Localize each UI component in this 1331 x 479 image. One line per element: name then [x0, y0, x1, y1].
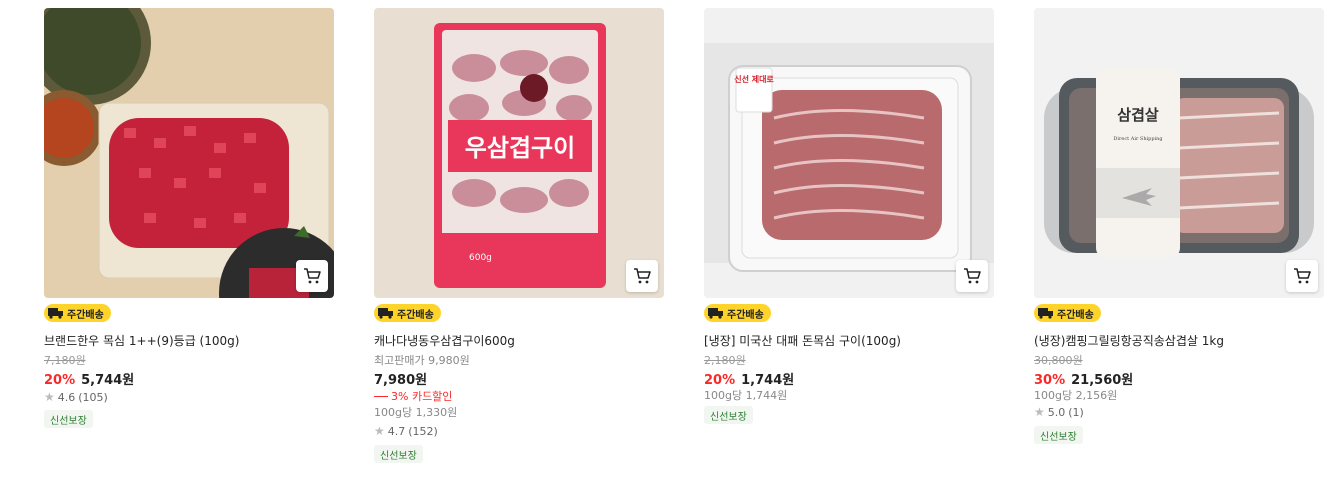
badge-label: 주간배송	[727, 309, 764, 321]
price-row: 7,980원	[374, 369, 427, 388]
cart-icon	[1294, 268, 1311, 284]
product-card[interactable]: 주간배송 브랜드한우 목심 1++(9)등급 (100g) 7,180원 20%…	[44, 8, 334, 428]
add-to-cart-button[interactable]	[296, 260, 328, 292]
fresh-guarantee-badge: 신선보장	[374, 445, 423, 463]
hanwoo-beef-image	[44, 8, 334, 298]
badge-label: 주간배송	[67, 309, 104, 321]
product-title[interactable]: 캐나다냉동우삼겹구이600g	[374, 332, 515, 349]
package-weight-text: 600g	[469, 253, 492, 263]
product-title[interactable]: [냉장] 미국산 대패 돈목심 구이(100g)	[704, 332, 901, 349]
truck-icon	[48, 308, 63, 319]
cart-icon	[634, 268, 651, 284]
unit-price: 100g당 2,156원	[1034, 389, 1118, 402]
fresh-guarantee-badge: 신선보장	[1034, 426, 1083, 444]
sale-price: 5,744원	[81, 373, 135, 388]
lowest-price: 최고판매가 9,980원	[374, 354, 470, 367]
package-sticker-text: 신선 제대로	[734, 74, 774, 84]
add-to-cart-button[interactable]	[626, 260, 658, 292]
pork-belly-grill-image: 삼겹살 Direct Air Shipping	[1034, 8, 1324, 298]
badge-label: 주간배송	[1057, 309, 1094, 321]
truck-icon	[378, 308, 393, 319]
sale-price: 21,560원	[1071, 373, 1134, 388]
dash-mark	[374, 395, 388, 397]
beef-brisket-package-image: 우삼겹구이 600g	[374, 8, 664, 298]
product-title[interactable]: 브랜드한우 목심 1++(9)등급 (100g)	[44, 332, 239, 349]
discount-rate: 30%	[1034, 373, 1066, 388]
original-price: 30,800원	[1034, 354, 1083, 367]
fresh-guarantee-badge: 신선보장	[704, 406, 753, 424]
price-row: 20% 1,744원	[704, 369, 794, 388]
weekly-delivery-badge: 주간배송	[704, 304, 771, 322]
rating: ★ 4.7 (152)	[374, 424, 438, 438]
unit-price: 100g당 1,330원	[374, 406, 458, 419]
review-count: (1)	[1068, 405, 1084, 419]
original-price: 2,180원	[704, 354, 746, 367]
rating-value: 4.6	[57, 390, 76, 404]
star-icon: ★	[1034, 405, 1045, 419]
original-price: 7,180원	[44, 354, 86, 367]
unit-price: 100g당 1,744원	[704, 389, 788, 402]
fresh-guarantee-badge: 신선보장	[44, 410, 93, 428]
product-image[interactable]: 신선 제대로	[704, 8, 994, 298]
review-count: (105)	[78, 390, 108, 404]
rating-value: 4.7	[387, 424, 406, 438]
weekly-delivery-badge: 주간배송	[1034, 304, 1101, 322]
package-title-text: 우삼겹구이	[465, 134, 575, 162]
product-card[interactable]: 우삼겹구이 600g 주간배송 캐나다냉동우삼겹구이600g 최고판매가 9,9…	[374, 8, 664, 463]
package-label-text: 삼겹살	[1117, 106, 1159, 124]
rating: ★ 4.6 (105)	[44, 390, 108, 404]
add-to-cart-button[interactable]	[956, 260, 988, 292]
sale-price: 1,744원	[741, 373, 795, 388]
product-card[interactable]: 신선 제대로 주간배송 [냉장] 미국산 대패 돈목심 구이(100g) 2,1…	[704, 8, 994, 424]
truck-icon	[708, 308, 723, 319]
pork-neck-tray-image: 신선 제대로	[704, 8, 994, 298]
product-grid: 주간배송 브랜드한우 목심 1++(9)등급 (100g) 7,180원 20%…	[0, 0, 1331, 479]
sale-price: 7,980원	[374, 373, 428, 388]
rating: ★ 5.0 (1)	[1034, 405, 1084, 419]
add-to-cart-button[interactable]	[1286, 260, 1318, 292]
weekly-delivery-badge: 주간배송	[374, 304, 441, 322]
star-icon: ★	[374, 424, 385, 438]
product-image[interactable]: 삼겹살 Direct Air Shipping	[1034, 8, 1324, 298]
rating-value: 5.0	[1047, 405, 1066, 419]
truck-icon	[1038, 308, 1053, 319]
card-discount-label: 3% 카드할인	[391, 390, 453, 403]
cart-icon	[964, 268, 981, 284]
product-title[interactable]: (냉장)캠핑그릴링항공직송삼겹살 1kg	[1034, 332, 1224, 349]
price-row: 20% 5,744원	[44, 369, 134, 388]
product-image[interactable]: 우삼겹구이 600g	[374, 8, 664, 298]
product-image[interactable]	[44, 8, 334, 298]
star-icon: ★	[44, 390, 55, 404]
cart-icon	[304, 268, 321, 284]
price-row: 30% 21,560원	[1034, 369, 1133, 388]
review-count: (152)	[408, 424, 438, 438]
badge-label: 주간배송	[397, 309, 434, 321]
card-discount: 3% 카드할인	[374, 388, 452, 404]
weekly-delivery-badge: 주간배송	[44, 304, 111, 322]
discount-rate: 20%	[704, 373, 736, 388]
package-sub-text: Direct Air Shipping	[1113, 136, 1163, 142]
product-card[interactable]: 삼겹살 Direct Air Shipping 주간배송 (냉장)캠핑그릴링항공…	[1034, 8, 1324, 444]
discount-rate: 20%	[44, 373, 76, 388]
